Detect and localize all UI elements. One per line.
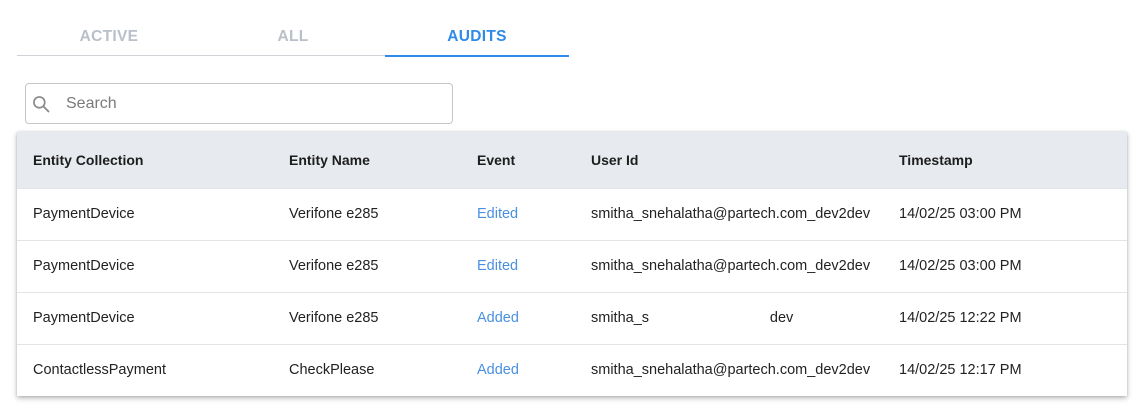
entity-collection-cell: PaymentDevice: [33, 206, 135, 222]
timestamp-cell: 14/02/25 12:22 PM: [899, 310, 1022, 326]
timestamp-cell: 14/02/25 03:00 PM: [899, 206, 1022, 222]
event-link[interactable]: Edited: [461, 240, 575, 292]
event-link[interactable]: Added: [461, 344, 575, 396]
table-row[interactable]: PaymentDevice Verifone e285 Added smitha…: [17, 292, 1127, 344]
entity-collection-cell: ContactlessPayment: [33, 362, 166, 379]
column-header-entity-collection[interactable]: Entity Collection: [17, 132, 273, 188]
column-header-user-id[interactable]: User Id: [575, 132, 883, 188]
search-box[interactable]: [25, 83, 453, 124]
table-header-row: Entity Collection Entity Name Event User…: [17, 132, 1127, 188]
table-row[interactable]: PaymentDevice Verifone e285 Edited smith…: [17, 188, 1127, 240]
user-id-cell: smitha_s dev: [591, 310, 794, 326]
user-id-cell: smitha_snehalatha@partech.com_dev2dev: [591, 258, 871, 274]
timestamp-cell: 14/02/25 03:00 PM: [899, 258, 1022, 274]
entity-name-cell: Verifone e285: [289, 206, 379, 222]
user-id-cell: smitha_snehalatha@partech.com_dev2dev: [591, 362, 871, 379]
column-header-event[interactable]: Event: [461, 132, 575, 188]
tab-active[interactable]: ACTIVE: [17, 18, 201, 56]
search-icon: [33, 95, 50, 112]
entity-name-cell: Verifone e285: [289, 310, 379, 326]
entity-name-cell: CheckPlease: [289, 362, 375, 379]
user-id-cell: smitha_snehalatha@partech.com_dev2dev: [591, 206, 871, 222]
search-input[interactable]: [66, 94, 426, 113]
tab-bar: ACTIVE ALL AUDITS: [17, 18, 569, 57]
entity-collection-cell: PaymentDevice: [33, 310, 135, 326]
table-row[interactable]: PaymentDevice Verifone e285 Edited smith…: [17, 240, 1127, 292]
tab-audits[interactable]: AUDITS: [385, 18, 569, 57]
column-header-timestamp[interactable]: Timestamp: [883, 132, 1127, 188]
event-link[interactable]: Edited: [461, 188, 575, 240]
event-link[interactable]: Added: [461, 292, 575, 344]
audit-table: Entity Collection Entity Name Event User…: [17, 132, 1127, 396]
table-row[interactable]: ContactlessPayment CheckPlease Added smi…: [17, 344, 1127, 396]
timestamp-cell: 14/02/25 12:17 PM: [899, 362, 1022, 379]
column-header-entity-name[interactable]: Entity Name: [273, 132, 461, 188]
entity-collection-cell: PaymentDevice: [33, 258, 135, 274]
tab-all[interactable]: ALL: [201, 18, 385, 56]
audit-table-card: Entity Collection Entity Name Event User…: [17, 132, 1127, 396]
entity-name-cell: Verifone e285: [289, 258, 379, 274]
